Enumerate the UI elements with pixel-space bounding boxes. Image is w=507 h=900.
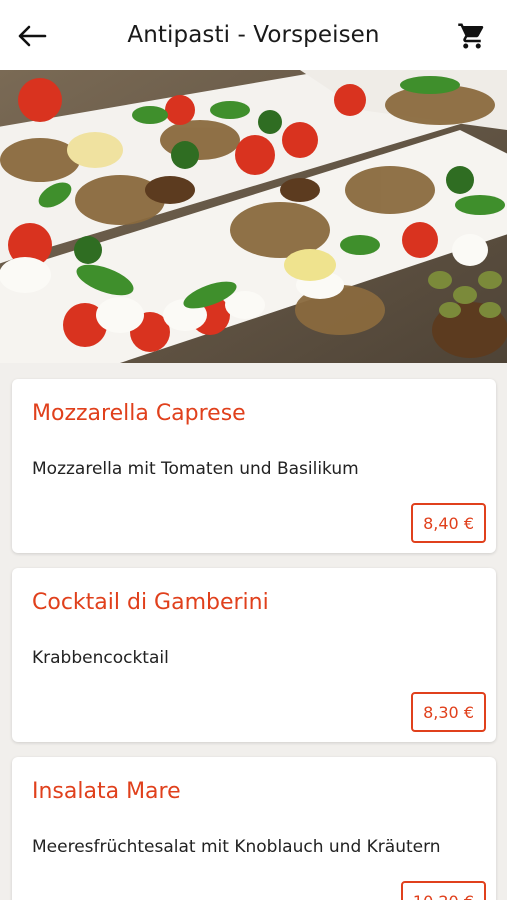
cart-button[interactable] (455, 19, 489, 53)
price-button[interactable]: 8,30 € (411, 692, 486, 732)
price-button[interactable]: 10,20 € (400, 881, 486, 900)
arrow-left-icon (18, 25, 47, 47)
menu-item-description: Mozzarella mit Tomaten und Basilikum (32, 459, 359, 479)
menu-item-name: Cocktail di Gamberini (32, 590, 269, 615)
menu-item-name: Mozzarella Caprese (32, 401, 246, 426)
antipasti-platter-photo (0, 70, 507, 363)
menu-item-card[interactable]: Cocktail di Gamberini Krabbencocktail 8,… (12, 568, 496, 742)
menu-item-description: Meeresfrüchtesalat mit Knoblauch und Krä… (32, 837, 441, 857)
hero-image (0, 70, 507, 363)
back-button[interactable] (14, 19, 50, 53)
price-button[interactable]: 8,40 € (411, 503, 486, 543)
menu-item-card[interactable]: Insalata Mare Meeresfrüchtesalat mit Kno… (12, 757, 496, 900)
app-header: Antipasti - Vorspeisen (0, 0, 507, 70)
shopping-cart-icon (458, 23, 484, 49)
menu-item-name: Insalata Mare (32, 779, 181, 804)
page-title: Antipasti - Vorspeisen (127, 22, 380, 48)
menu-item-card[interactable]: Mozzarella Caprese Mozzarella mit Tomate… (12, 379, 496, 553)
menu-item-description: Krabbencocktail (32, 648, 169, 668)
